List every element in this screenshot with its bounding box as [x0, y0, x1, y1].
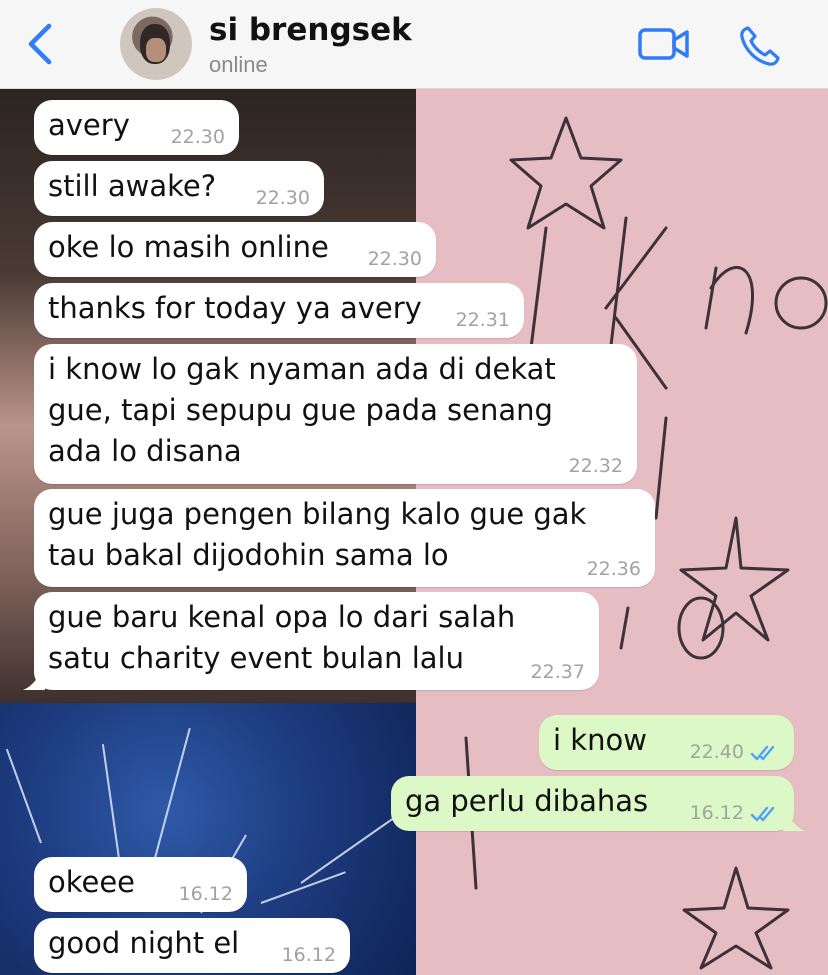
message-bubble[interactable]: thanks for today ya avery 22.31: [34, 283, 524, 338]
contact-name[interactable]: si brengsek: [209, 12, 412, 48]
message-text: avery: [48, 108, 130, 142]
message-time: 22.40: [689, 741, 744, 763]
message-time: 22.37: [530, 661, 585, 683]
bubble-tail: [783, 809, 805, 831]
message-time: 22.36: [586, 558, 641, 580]
message-bubble[interactable]: still awake? 22.30: [34, 161, 324, 216]
back-button[interactable]: [22, 22, 62, 66]
message-bubble-outgoing[interactable]: ga perlu dibahas 16.12: [391, 776, 805, 831]
message-time: 22.30: [367, 248, 422, 270]
message-bubble[interactable]: gue juga pengen bilang kalo gue gak tau …: [34, 489, 655, 587]
message-bubble[interactable]: gue baru kenal opa lo dari salah satu ch…: [23, 592, 599, 690]
message-bubble[interactable]: avery 22.30: [34, 100, 239, 155]
phone-icon: [740, 26, 780, 66]
bubble-tail: [23, 668, 45, 690]
message-time: 22.31: [455, 309, 510, 331]
message-text: okeee: [48, 865, 136, 899]
message-time: 22.32: [568, 455, 623, 477]
avatar[interactable]: [120, 8, 192, 80]
message-bubble[interactable]: okeee 16.12: [34, 857, 247, 912]
chat-header: si brengsek online: [0, 0, 828, 89]
message-text: ga perlu dibahas: [405, 784, 649, 818]
double-check-icon: [750, 806, 775, 822]
message-text: i know: [553, 723, 647, 757]
video-call-button[interactable]: [638, 26, 690, 62]
message-time: 16.12: [689, 802, 744, 824]
message-time: 16.12: [281, 944, 336, 966]
message-bubble[interactable]: good night el 16.12: [34, 918, 350, 973]
voice-call-button[interactable]: [738, 24, 782, 68]
double-check-icon: [750, 745, 775, 761]
message-text: thanks for today ya avery: [48, 291, 422, 325]
message-text: i know lo gak nyaman ada di dekat gue, t…: [48, 352, 556, 468]
message-text: oke lo masih online: [48, 230, 329, 264]
contact-status: online: [209, 52, 268, 77]
message-time: 16.12: [178, 883, 233, 905]
message-text: good night el: [48, 926, 240, 960]
message-bubble[interactable]: oke lo masih online 22.30: [34, 222, 436, 277]
message-text: still awake?: [48, 169, 217, 203]
video-camera-icon: [638, 28, 689, 60]
message-text: gue juga pengen bilang kalo gue gak tau …: [48, 497, 587, 572]
message-text: gue baru kenal opa lo dari salah satu ch…: [48, 600, 516, 675]
chevron-left-icon: [28, 23, 52, 65]
message-time: 22.30: [255, 187, 310, 209]
message-time: 22.30: [170, 126, 225, 148]
message-bubble[interactable]: i know lo gak nyaman ada di dekat gue, t…: [34, 344, 637, 484]
message-bubble-outgoing[interactable]: i know 22.40: [539, 715, 794, 770]
